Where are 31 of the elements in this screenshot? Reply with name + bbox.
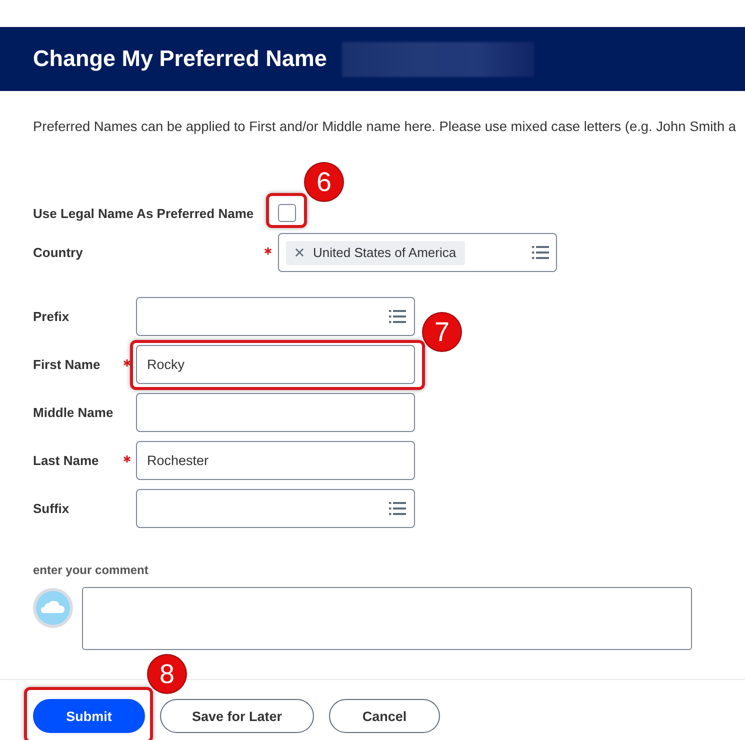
select-field[interactable] xyxy=(136,489,415,528)
text-field[interactable]: Rochester xyxy=(136,441,415,480)
cloud-avatar-icon xyxy=(33,588,73,628)
list-icon[interactable] xyxy=(389,502,406,515)
country-select[interactable]: United States of America xyxy=(278,233,557,272)
select-field[interactable] xyxy=(136,297,415,336)
field-label: First Name xyxy=(33,357,102,372)
form-button[interactable]: Submit xyxy=(33,699,145,733)
highlight-outline xyxy=(266,193,307,228)
field-label: Prefix xyxy=(33,309,70,324)
list-icon[interactable] xyxy=(532,246,549,259)
step-number-marker: 6 xyxy=(305,163,343,201)
step-number-marker: 8 xyxy=(148,655,186,693)
field-label: Country xyxy=(33,245,84,260)
field-label: Last Name xyxy=(33,453,100,468)
text-field[interactable]: Rocky xyxy=(136,345,415,384)
instruction-text: Preferred Names can be applied to First and/or Middle name here. Please use mixed case letters (e.g. John Smith a xyxy=(33,118,737,136)
page-title: Change My Preferred Name xyxy=(33,46,327,72)
field-label: Middle Name xyxy=(33,405,114,420)
step-number-marker: 7 xyxy=(423,313,461,351)
field-label: Use Legal Name As Preferred Name xyxy=(33,206,255,220)
comment-label: enter your comment xyxy=(33,563,148,577)
field-label: Suffix xyxy=(33,501,70,516)
country-chip[interactable]: United States of America xyxy=(286,240,466,264)
comment-field[interactable] xyxy=(82,587,692,650)
remove-icon[interactable] xyxy=(295,248,304,257)
checkbox[interactable] xyxy=(278,204,296,222)
text-field[interactable] xyxy=(136,393,415,432)
form-button[interactable]: Cancel xyxy=(329,699,440,733)
list-icon[interactable] xyxy=(389,310,406,323)
form-button[interactable]: Save for Later xyxy=(160,699,314,733)
